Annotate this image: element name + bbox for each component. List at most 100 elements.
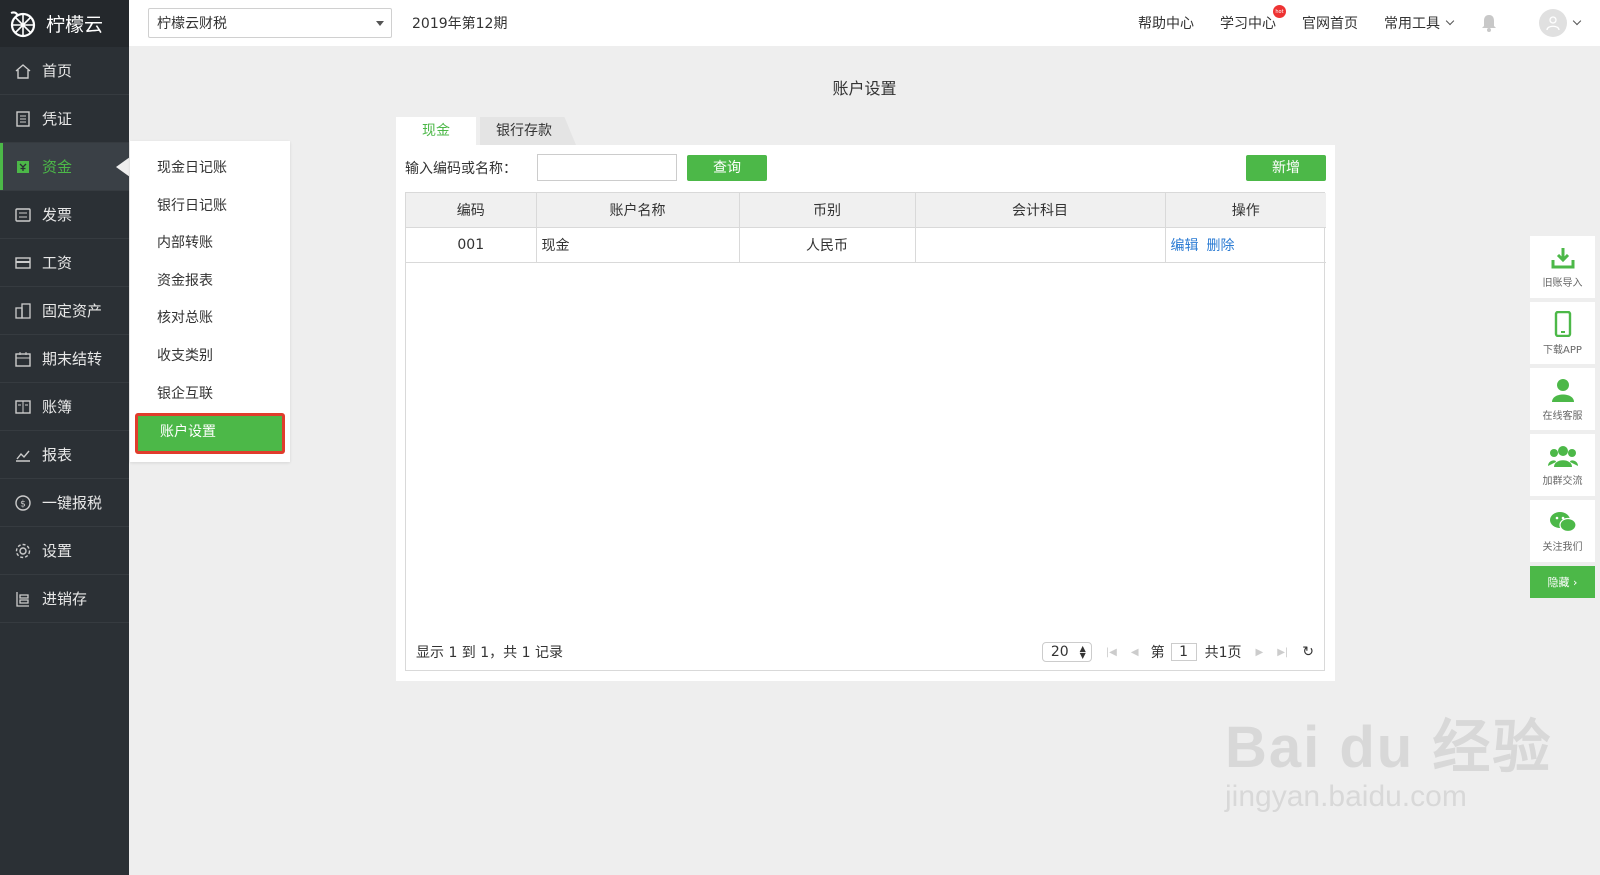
pager-info: 显示 1 到 1，共 1 记录 (416, 645, 563, 661)
last-page-icon[interactable]: ▶| (1277, 647, 1288, 658)
logo-text: 柠檬云 (46, 14, 104, 36)
sidebar-item-label: 报表 (42, 446, 73, 464)
sidebar-item-fund[interactable]: 资金 (0, 143, 130, 191)
sidebar-item-label: 一键报税 (42, 494, 103, 512)
cell-name: 现金 (536, 227, 740, 263)
submenu-item-fund-report[interactable]: 资金报表 (130, 263, 290, 301)
column-header-code[interactable]: 编码 (406, 193, 537, 228)
submenu-item-cash-journal[interactable]: 现金日记账 (130, 150, 290, 188)
period-label[interactable]: 2019年第12期 (412, 13, 507, 33)
svg-text:$: $ (20, 499, 26, 509)
sidebar-item-label: 工资 (42, 254, 73, 272)
company-select[interactable]: 柠檬云财税 (148, 8, 392, 38)
page-title: 账户设置 (832, 79, 897, 98)
tab-bank-deposit[interactable]: 银行存款 (480, 117, 576, 145)
column-header-actions: 操作 (1165, 193, 1326, 228)
sidebar-item-fixed-asset[interactable]: 固定资产 (0, 287, 129, 335)
sidebar-item-inventory[interactable]: 进销存 (0, 575, 129, 623)
submenu-item-category[interactable]: 收支类别 (130, 338, 290, 376)
sidebar-item-home[interactable]: 首页 (0, 47, 129, 95)
float-label: 下载APP (1543, 344, 1582, 356)
page-total: 共1页 (1204, 645, 1242, 661)
account-table: 编码 账户名称 币别 会计科目 操作 001 现金 人民币 编辑 删除 显示 1… (405, 192, 1326, 671)
top-bar: 柠檬云财税 2019年第12期 帮助中心 学习中心 hot 官网首页 常用工具 (129, 0, 1600, 46)
user-menu[interactable] (1519, 9, 1582, 37)
voucher-icon (12, 108, 34, 130)
tools-dropdown[interactable]: 常用工具 (1384, 13, 1455, 33)
sidebar-item-label: 账簿 (42, 398, 73, 416)
add-button[interactable]: 新增 (1246, 154, 1326, 181)
download-icon (1551, 247, 1574, 268)
sidebar-item-voucher[interactable]: 凭证 (0, 95, 129, 143)
refresh-icon[interactable]: ↻ (1302, 644, 1314, 660)
sidebar-item-report[interactable]: 报表 (0, 431, 129, 479)
baidu-watermark: Bai du 经验 jingyan.baidu.com (1225, 700, 1552, 814)
sidebar-item-ledger[interactable]: 账簿 (0, 383, 129, 431)
watermark-line1: Bai du 经验 (1225, 715, 1553, 780)
first-page-icon[interactable]: |◀ (1106, 647, 1117, 658)
sidebar-item-label: 发票 (42, 206, 73, 224)
sidebar-item-invoice[interactable]: 发票 (0, 191, 129, 239)
prev-page-icon[interactable]: ◀ (1131, 647, 1139, 658)
phone-icon (1554, 310, 1571, 337)
tab-cash[interactable]: 现金 (396, 117, 476, 145)
float-app-button[interactable]: 下载APP (1530, 302, 1595, 364)
float-service-button[interactable]: 在线客服 (1530, 368, 1595, 430)
table-header-row: 编码 账户名称 币别 会计科目 操作 (406, 193, 1326, 228)
sidebar-item-label: 进销存 (42, 590, 88, 608)
page-number-input[interactable]: 1 (1170, 643, 1197, 661)
edit-link[interactable]: 编辑 (1171, 238, 1199, 254)
chevron-down-icon (1445, 16, 1455, 26)
lemon-logo-icon (10, 10, 36, 37)
column-header-subject[interactable]: 会计科目 (915, 193, 1166, 228)
page-size-select[interactable]: 20 ▲ ▼ (1041, 642, 1092, 662)
submenu-item-account-settings[interactable]: 账户设置 (135, 413, 285, 455)
sidebar-item-label: 设置 (42, 542, 73, 560)
hide-toolbar-button[interactable]: 隐藏 › (1530, 566, 1595, 598)
float-label: 关注我们 (1542, 541, 1583, 553)
group-icon (1547, 445, 1578, 467)
column-header-currency[interactable]: 币别 (739, 193, 916, 228)
query-button[interactable]: 查询 (687, 154, 767, 181)
calendar-icon (12, 348, 34, 370)
hot-badge: hot (1273, 5, 1286, 18)
invoice-icon (12, 204, 34, 226)
sidebar-item-salary[interactable]: 工资 (0, 239, 129, 287)
sidebar: 柠檬云 首页 凭证 资金 发票 工资 固定资产 期末结转 账簿 报表 $ 一键报… (0, 0, 130, 875)
search-input[interactable] (537, 154, 677, 181)
float-import-button[interactable]: 旧账导入 (1530, 236, 1595, 298)
fund-icon (12, 156, 34, 178)
sidebar-item-tax[interactable]: $ 一键报税 (0, 479, 129, 527)
float-group-button[interactable]: 加群交流 (1530, 434, 1595, 496)
spinner-icon: ▲ ▼ (1079, 644, 1086, 660)
official-site-link[interactable]: 官网首页 (1302, 13, 1358, 33)
sidebar-item-label: 首页 (42, 62, 73, 80)
company-select-value: 柠檬云财税 (157, 16, 227, 32)
account-tabs: 现金 银行存款 (396, 117, 576, 145)
cell-actions: 编辑 删除 (1165, 227, 1326, 263)
submenu-item-internal-transfer[interactable]: 内部转账 (130, 225, 290, 263)
sidebar-item-settings[interactable]: 设置 (0, 527, 129, 575)
submenu-item-bank-journal[interactable]: 银行日记账 (130, 188, 290, 226)
learning-center-link[interactable]: 学习中心 hot (1220, 5, 1286, 33)
delete-link[interactable]: 删除 (1207, 238, 1235, 254)
ledger-icon (12, 396, 34, 418)
column-header-name[interactable]: 账户名称 (536, 193, 740, 228)
submenu-item-reconcile[interactable]: 核对总账 (130, 300, 290, 338)
float-follow-button[interactable]: 关注我们 (1530, 500, 1595, 562)
next-page-icon[interactable]: ▶ (1256, 647, 1264, 658)
fixed-asset-icon (12, 300, 34, 322)
cell-code: 001 (406, 227, 537, 263)
top-links: 帮助中心 学习中心 hot 官网首页 常用工具 (1112, 0, 1582, 46)
bell-icon[interactable] (1479, 13, 1499, 33)
search-row: 输入编码或名称： 查询 新增 (405, 154, 1326, 181)
tools-label: 常用工具 (1384, 16, 1440, 32)
floating-toolbar: 旧账导入 下载APP 在线客服 加群交流 关注我们 隐藏 › (1530, 236, 1595, 598)
help-center-link[interactable]: 帮助中心 (1138, 13, 1194, 33)
logo[interactable]: 柠檬云 (0, 0, 129, 47)
inventory-icon (12, 588, 34, 610)
sidebar-item-label: 资金 (42, 158, 73, 176)
sidebar-item-period-end[interactable]: 期末结转 (0, 335, 129, 383)
submenu-item-bank-link[interactable]: 银企互联 (130, 376, 290, 414)
table-row[interactable]: 001 现金 人民币 编辑 删除 (406, 227, 1326, 263)
